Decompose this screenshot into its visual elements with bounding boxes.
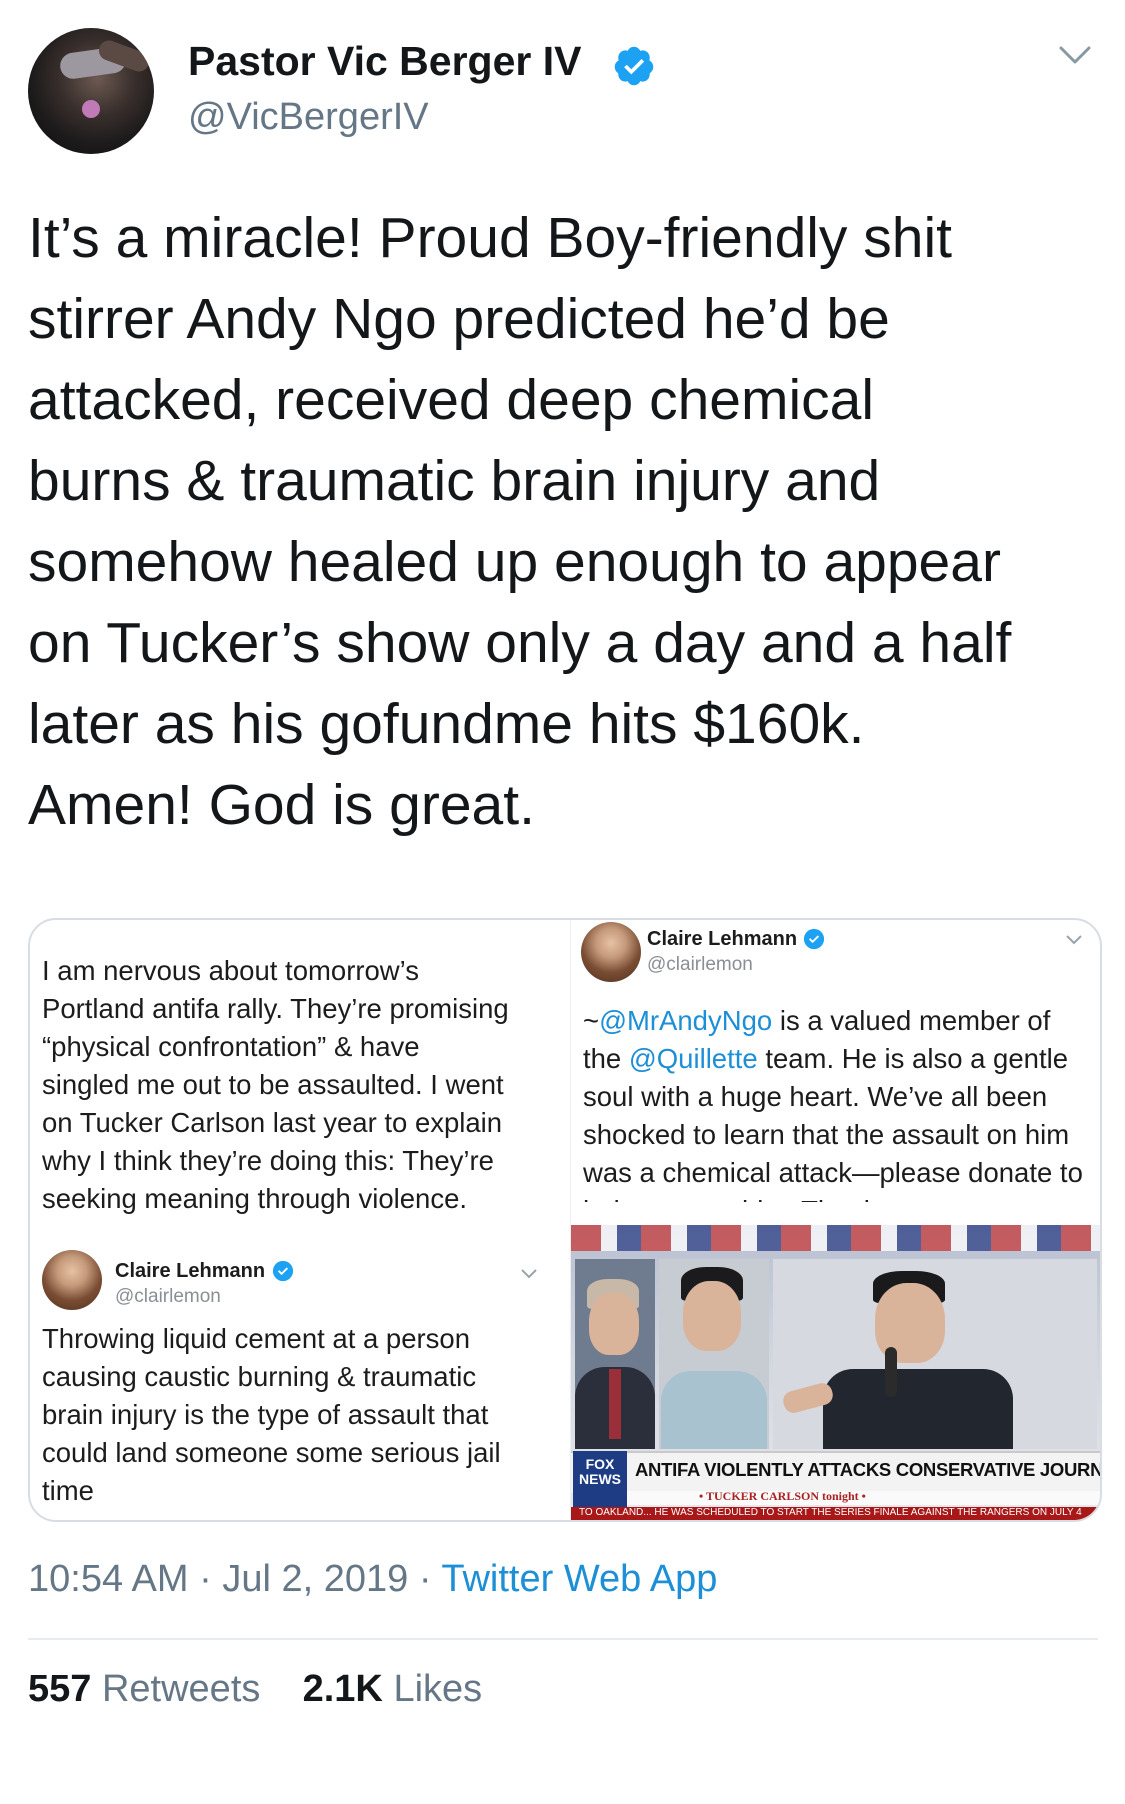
verified-badge-icon	[803, 928, 825, 950]
likes-stat[interactable]: 2.1K Likes	[303, 1668, 483, 1710]
separator-dot: ·	[188, 1558, 223, 1600]
tv-screenshot-image: FOX NEWS ANTIFA VIOLENTLY ATTACKS CONSER…	[571, 1225, 1101, 1520]
fox-news-logo: FOX NEWS	[573, 1451, 627, 1511]
flag-background	[571, 1225, 1100, 1251]
embedded-avatar-claire	[42, 1250, 102, 1310]
chevron-down-icon[interactable]	[1058, 44, 1092, 68]
chevron-down-icon	[521, 1269, 537, 1279]
video-frame-host	[575, 1259, 655, 1449]
author-handle[interactable]: @VicBergerIV	[188, 96, 429, 139]
likes-count: 2.1K	[302, 1668, 383, 1710]
retweets-count: 557	[28, 1668, 92, 1710]
tweet-metadata: 10:54 AM · Jul 2, 2019 · Twitter Web App	[28, 1558, 717, 1601]
video-frame-speaker	[773, 1259, 1097, 1449]
tweet-text: It’s a miracle! Proud Boy-friendly shit …	[28, 206, 1012, 837]
tweet-source-link[interactable]: Twitter Web App	[441, 1558, 717, 1600]
tv-headline: ANTIFA VIOLENTLY ATTACKS CONSERVATIVE JO…	[635, 1459, 1101, 1480]
tweet-stats: 557 Retweets 2.1K Likes	[28, 1668, 482, 1711]
mention-mrandyngo: @MrAndyNgo	[599, 1005, 773, 1036]
chevron-down-icon	[1066, 935, 1082, 945]
embedded-tweet-text-ngo: I am nervous about tomorrow’s Portland a…	[42, 955, 509, 1214]
embedded-handle-claire: @clairlemon	[115, 1286, 221, 1307]
retweets-label: Retweets	[101, 1668, 261, 1710]
retweets-stat[interactable]: 557 Retweets	[28, 1668, 260, 1710]
embedded-tweet-text-claire: ~@MrAndyNgo is a valued member of the @Q…	[583, 1002, 1088, 1202]
tweet-date[interactable]: Jul 2, 2019	[222, 1558, 408, 1600]
verified-badge-icon	[272, 1260, 294, 1282]
verified-badge-icon	[614, 46, 654, 86]
video-frame-guest	[659, 1259, 769, 1449]
tv-ticker-text: TO OAKLAND... HE WAS SCHEDULED TO START …	[579, 1507, 1082, 1518]
likes-label: Likes	[393, 1668, 483, 1710]
embedded-screenshot-left: I am nervous about tomorrow’s Portland a…	[30, 920, 570, 1520]
author-avatar[interactable]	[28, 28, 154, 154]
tv-show-name: • TUCKER CARLSON tonight •	[699, 1489, 866, 1503]
tweet-media-image[interactable]: I am nervous about tomorrow’s Portland a…	[28, 918, 1102, 1522]
embedded-handle-claire: @clairlemon	[647, 954, 753, 975]
separator-dot: ·	[408, 1558, 442, 1600]
mention-quillette: @Quillette	[628, 1043, 758, 1074]
embedded-name-claire: Claire Lehmann	[115, 1260, 266, 1282]
author-display-name[interactable]: Pastor Vic Berger IV	[188, 38, 581, 85]
embedded-screenshot-right: Claire Lehmann @clairlemon ~@MrAndyNgo i…	[570, 920, 1101, 1520]
embedded-name-claire: Claire Lehmann	[647, 928, 798, 950]
divider	[28, 1638, 1098, 1640]
tweet-time[interactable]: 10:54 AM	[28, 1558, 189, 1600]
embedded-avatar-claire	[581, 922, 641, 982]
embedded-reply-text-claire: Throwing liquid cement at a person causi…	[42, 1323, 501, 1506]
text-prefix: ~	[583, 1005, 600, 1036]
clipped-header-fragment	[60, 918, 530, 924]
avatar-microphone	[82, 100, 100, 118]
